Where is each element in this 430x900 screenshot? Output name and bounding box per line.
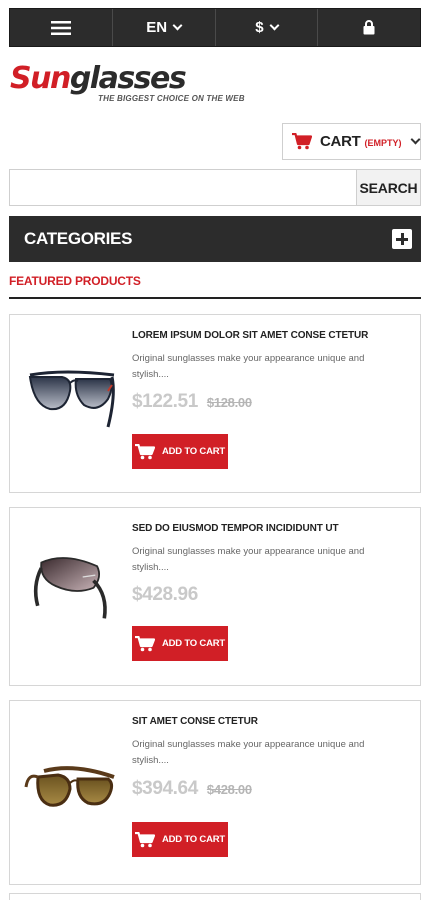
language-selector[interactable]: EN [113,9,216,46]
hamburger-icon [50,20,71,35]
product-card: LOREM IPSUM DOLOR SIT AMET CONSE CTETUR … [9,314,421,493]
cart-icon [134,635,155,651]
product-name[interactable]: SED DO EIUSMOD TEMPOR INCIDIDUNT UT [132,523,339,534]
product-image[interactable] [24,365,118,437]
plus-icon [392,229,412,249]
cart-status: (EMPTY) [364,137,402,148]
cart-label: CART [320,133,361,150]
chevron-down-icon [172,20,183,31]
product-name[interactable]: SIT AMET CONSE CTETUR [132,716,258,727]
product-price: $122.51 [132,391,198,412]
chevron-down-icon [269,20,279,31]
featured-products-heading: FEATURED PRODUCTS [9,274,141,288]
heading-divider [9,297,421,299]
account-button[interactable] [318,9,420,46]
product-description: Original sunglasses make your appearance… [132,739,365,766]
add-to-cart-button[interactable]: ADD TO CART [132,822,228,857]
search-button[interactable]: SEARCH [356,170,420,205]
cart-icon [134,831,155,847]
cart-icon [134,443,155,459]
product-price: $394.64 [132,778,198,799]
brand-part-sun: Sun [10,61,71,96]
brand-tagline: THE BIGGEST CHOICE ON THE WEB [98,94,245,103]
brand-part-glasses: glasses [69,61,187,96]
product-card-partial [9,893,421,900]
add-to-cart-label: ADD TO CART [161,834,226,845]
product-image[interactable] [24,550,118,622]
site-logo[interactable]: Sunglasses THE BIGGEST CHOICE ON THE WEB [10,62,245,108]
product-description: Original sunglasses make your appearance… [132,353,365,380]
product-prices: $394.64 $428.00 [132,778,252,800]
menu-button[interactable] [10,9,113,46]
product-price: $428.96 [132,584,198,605]
chevron-down-icon [411,134,421,145]
product-prices: $428.96 [132,584,198,606]
categories-toggle[interactable]: CATEGORIES [9,216,421,262]
currency-label: $ [255,19,264,36]
add-to-cart-label: ADD TO CART [161,638,226,649]
cart-dropdown[interactable]: CART (EMPTY) [282,123,421,160]
add-to-cart-button[interactable]: ADD TO CART [132,626,228,661]
cart-icon [292,133,312,150]
product-old-price: $428.00 [206,782,252,797]
search-bar: SEARCH [9,169,421,206]
product-description: Original sunglasses make your appearance… [132,546,365,573]
currency-selector[interactable]: $ [216,9,319,46]
product-old-price: $128.00 [206,395,252,410]
product-card: SIT AMET CONSE CTETUR Original sunglasse… [9,700,421,885]
add-to-cart-button[interactable]: ADD TO CART [132,434,228,469]
product-prices: $122.51 $128.00 [132,391,252,413]
product-name[interactable]: LOREM IPSUM DOLOR SIT AMET CONSE CTETUR [132,330,368,341]
lock-icon [363,20,375,35]
categories-title: CATEGORIES [24,229,133,248]
top-bar: EN $ [9,8,421,47]
language-label: EN [146,19,168,36]
product-card: SED DO EIUSMOD TEMPOR INCIDIDUNT UT Orig… [9,507,421,686]
product-image[interactable] [24,757,118,829]
search-input[interactable] [10,170,356,205]
add-to-cart-label: ADD TO CART [161,446,226,457]
brand-wordmark: Sunglasses [10,62,220,96]
